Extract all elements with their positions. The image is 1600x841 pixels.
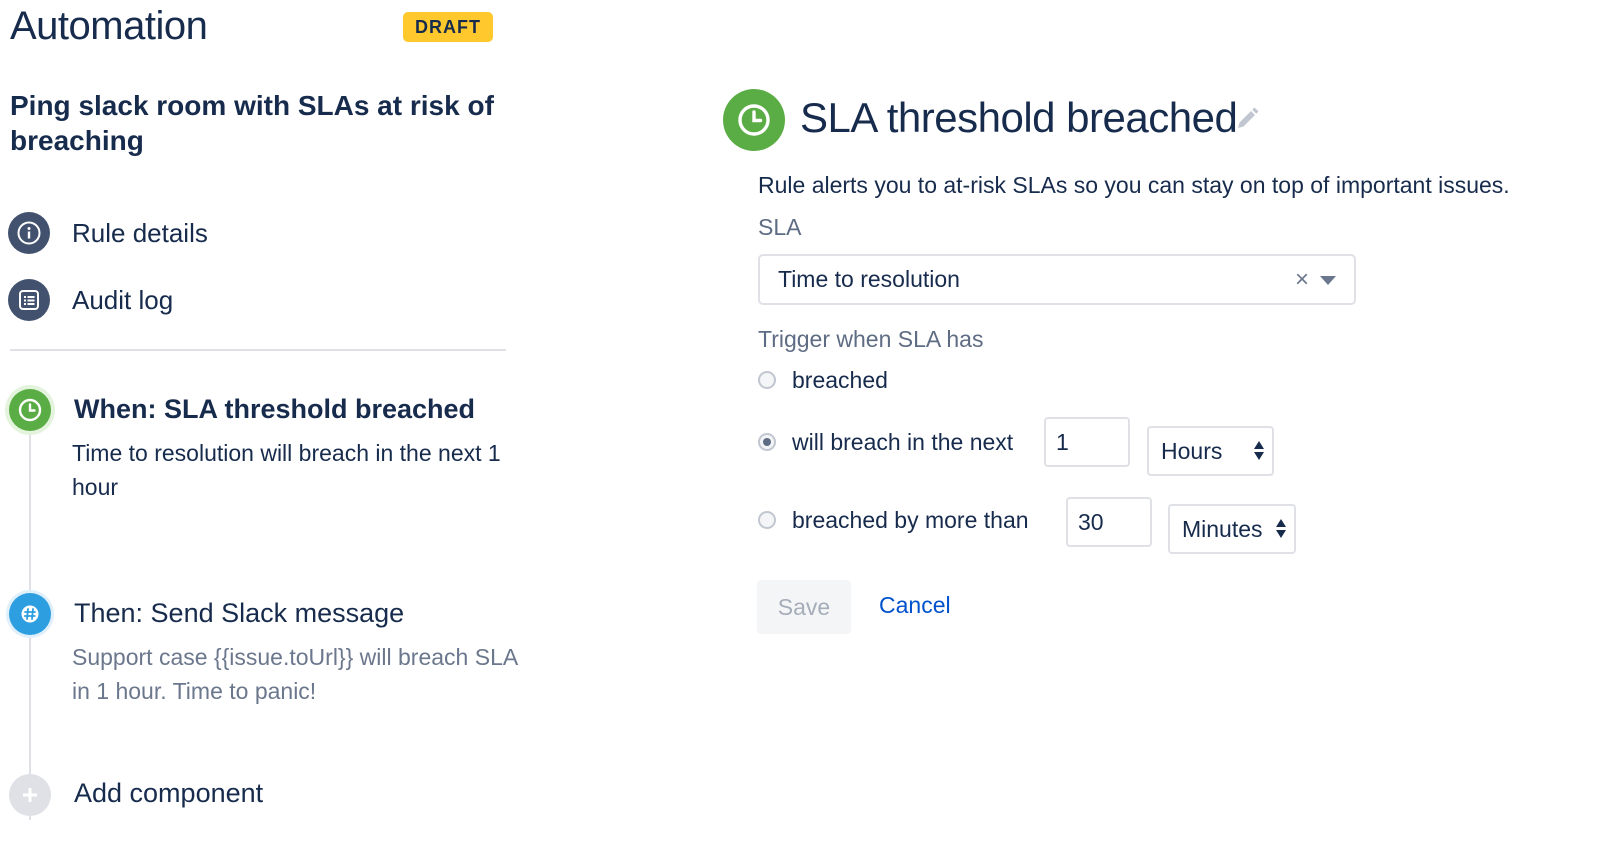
option-will-breach[interactable]: will breach in the next: [758, 422, 1013, 462]
cancel-button[interactable]: Cancel: [879, 592, 951, 619]
nav-item-rule-details[interactable]: Rule details: [8, 211, 208, 255]
step-when-description: Time to resolution will breach in the ne…: [72, 440, 501, 500]
nav-item-label: Rule details: [72, 217, 208, 248]
option-label: breached: [792, 366, 888, 393]
nav-item-audit-log[interactable]: Audit log: [8, 278, 173, 322]
chevron-down-icon[interactable]: [1320, 276, 1336, 285]
app-title: Automation: [10, 4, 208, 48]
clock-icon[interactable]: [9, 389, 51, 431]
breached-more-value-input[interactable]: [1066, 497, 1152, 547]
updown-icon: [1276, 519, 1286, 538]
slack-icon[interactable]: [9, 593, 51, 635]
option-label: breached by more than: [792, 506, 1029, 533]
sla-select-value: Time to resolution: [778, 266, 960, 292]
nav-item-label: Audit log: [72, 284, 174, 315]
option-breached[interactable]: breached: [758, 360, 888, 400]
step-when-title[interactable]: When: SLA threshold breached: [74, 394, 475, 425]
breached-more-unit-select[interactable]: Minutes: [1168, 504, 1296, 554]
unit-value: Hours: [1161, 437, 1223, 464]
clear-icon[interactable]: ×: [1295, 268, 1309, 292]
pencil-icon[interactable]: [1234, 106, 1260, 132]
panel-description: Rule alerts you to at-risk SLAs so you c…: [758, 172, 1510, 198]
trigger-label: Trigger when SLA has: [758, 326, 984, 352]
save-button[interactable]: Save: [757, 580, 851, 634]
panel-title: SLA threshold breached: [800, 94, 1238, 141]
step-then-title[interactable]: Then: Send Slack message: [74, 598, 404, 629]
will-breach-unit-select[interactable]: Hours: [1147, 426, 1274, 476]
sla-select[interactable]: Time to resolution ×: [758, 254, 1356, 305]
rule-name: Ping slack room with SLAs at risk of bre…: [10, 90, 494, 156]
radio-breached[interactable]: [758, 371, 776, 389]
add-component-button[interactable]: Add component: [74, 778, 263, 809]
will-breach-value-input[interactable]: [1044, 417, 1130, 467]
status-badge: DRAFT: [403, 12, 493, 42]
info-icon: [8, 212, 50, 254]
clock-icon: [723, 89, 785, 151]
divider: [10, 349, 506, 351]
sla-label: SLA: [758, 214, 802, 240]
updown-icon: [1254, 441, 1264, 460]
radio-will-breach[interactable]: [758, 433, 776, 451]
option-breached-more[interactable]: breached by more than: [758, 500, 1029, 540]
unit-value: Minutes: [1182, 515, 1263, 542]
list-icon: [8, 279, 50, 321]
option-label: will breach in the next: [792, 428, 1014, 455]
step-then-description: Support case {{issue.toUrl}} will breach…: [72, 644, 517, 704]
radio-breached-more[interactable]: [758, 511, 776, 529]
plus-icon[interactable]: [9, 774, 51, 816]
